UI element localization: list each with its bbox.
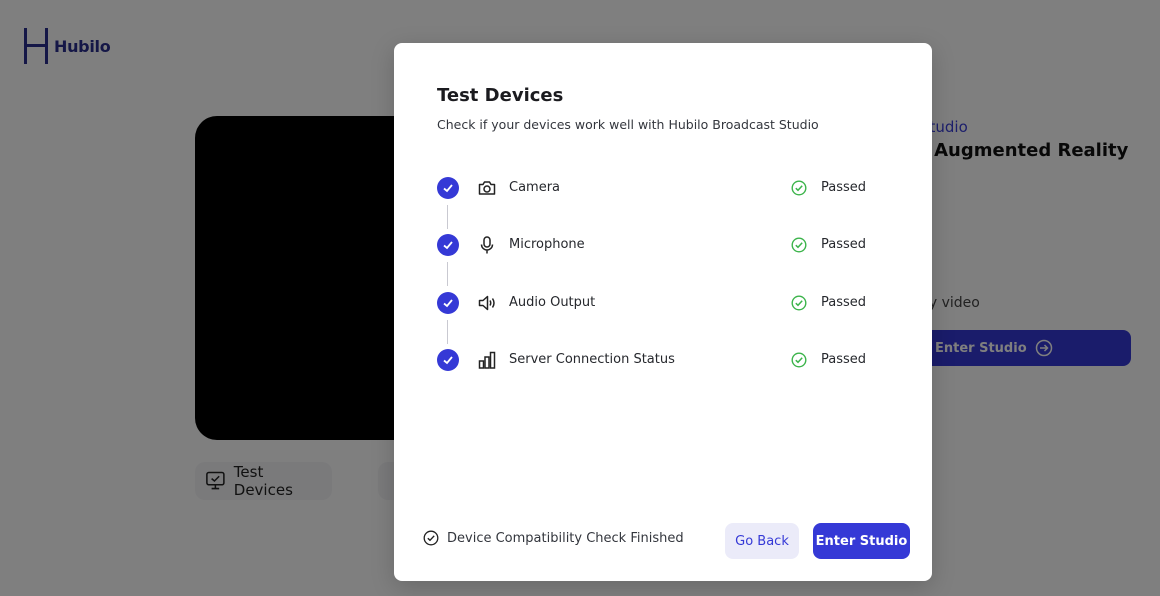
go-back-button[interactable]: Go Back	[725, 523, 799, 559]
passed-check-icon	[791, 295, 807, 311]
device-check-row-audio-output: Audio Output Passed	[437, 292, 867, 316]
device-status: Passed	[821, 352, 867, 367]
device-check-row-server-connection: Server Connection Status Passed	[437, 349, 867, 373]
modal-subtitle: Check if your devices work well with Hub…	[437, 117, 819, 132]
step-complete-icon	[437, 349, 459, 371]
device-status: Passed	[821, 237, 867, 252]
passed-check-icon	[791, 352, 807, 368]
step-complete-icon	[437, 292, 459, 314]
signal-bars-icon	[478, 351, 496, 369]
passed-check-icon	[791, 180, 807, 196]
device-check-row-camera: Camera Passed	[437, 177, 867, 201]
device-status: Passed	[821, 295, 867, 310]
step-complete-icon	[437, 234, 459, 256]
passed-check-icon	[791, 237, 807, 253]
device-check-row-microphone: Microphone Passed	[437, 234, 867, 258]
modal-title: Test Devices	[437, 85, 564, 106]
device-label: Microphone	[509, 237, 585, 252]
check-circle-icon	[423, 530, 439, 546]
enter-studio-button[interactable]: Enter Studio	[813, 523, 910, 559]
camera-icon	[478, 181, 496, 195]
device-label: Camera	[509, 180, 561, 195]
step-complete-icon	[437, 177, 459, 199]
compatibility-status: Device Compatibility Check Finished	[423, 530, 684, 546]
compatibility-status-text: Device Compatibility Check Finished	[447, 530, 684, 546]
device-label: Audio Output	[509, 295, 596, 310]
microphone-icon	[480, 236, 494, 254]
device-status: Passed	[821, 180, 867, 195]
test-devices-modal: Test Devices Check if your devices work …	[394, 43, 932, 581]
step-connector	[447, 320, 448, 344]
step-connector	[447, 205, 448, 229]
step-connector	[447, 262, 448, 286]
device-label: Server Connection Status	[509, 352, 675, 367]
speaker-icon	[478, 295, 495, 311]
